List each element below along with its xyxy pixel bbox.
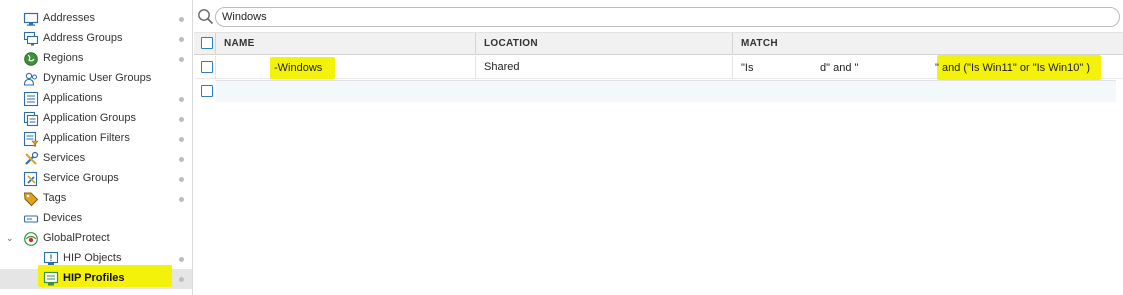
column-header-location[interactable]: LOCATION [476,33,733,55]
sidebar-item-label: HIP Objects [63,252,122,264]
applications-icon [23,91,39,107]
sidebar-item-dynamic-user-groups[interactable]: Dynamic User Groups [0,69,192,89]
chevron-down-icon[interactable]: ⌄ [6,233,16,243]
application-filters-icon [23,131,39,147]
sidebar-item-label: Services [43,152,86,164]
app-root: Addresses Address Groups Regions Dynamic… [0,0,1123,295]
column-header-match[interactable]: MATCH [733,33,1123,55]
sidebar-item-label: Tags [43,192,67,204]
address-groups-icon [23,31,39,46]
sidebar-item-services[interactable]: Services [0,149,192,169]
status-dot [179,17,184,22]
status-dot [179,137,184,142]
table-row-empty[interactable] [194,80,1123,103]
globalprotect-icon [24,232,38,246]
sidebar-item-label: Regions [43,52,84,64]
status-dot [179,37,184,42]
sidebar-item-label: Dynamic User Groups [43,72,152,84]
svg-text:!: ! [50,253,53,263]
sidebar-item-hip-profiles[interactable]: HIP Profiles [0,265,192,289]
sidebar-item-label: Service Groups [43,172,119,184]
match-text-part2: d" and " [820,62,859,74]
devices-icon [23,215,39,223]
name-cell[interactable] [216,56,476,79]
services-icon [25,151,39,165]
table-header: NAME LOCATION MATCH [194,33,1123,55]
profile-name[interactable]: -Windows [274,62,322,74]
checkbox-column-header [194,33,216,55]
sidebar-item-regions[interactable]: Regions [0,49,192,69]
hip-profiles-icon [43,271,59,286]
status-dot [179,157,184,162]
sidebar-item-address-groups[interactable]: Address Groups [0,29,192,49]
match-text-part3: " and ("Is Win11" or "Is Win10" ) [935,62,1091,74]
sidebar-item-addresses[interactable]: Addresses [0,9,192,29]
sidebar-item-label: Application Groups [43,112,136,124]
object-sidebar: Addresses Address Groups Regions Dynamic… [0,0,193,295]
search-icon[interactable] [197,8,214,25]
sidebar-item-label: Address Groups [43,32,123,44]
sidebar-item-label: Applications [43,92,103,104]
sidebar-item-application-groups[interactable]: Application Groups [0,109,192,129]
sidebar-item-label: Application Filters [43,132,130,144]
column-header-name[interactable]: NAME [216,33,476,55]
addresses-icon [23,12,39,26]
service-groups-icon [23,171,38,187]
sidebar-item-service-groups[interactable]: Service Groups [0,169,192,189]
sidebar-item-globalprotect[interactable]: ⌄ GlobalProtect [0,229,192,249]
location-cell: Shared [476,56,733,79]
status-dot [179,97,184,102]
sidebar-item-application-filters[interactable]: Application Filters [0,129,192,149]
status-dot [179,197,184,202]
sidebar-item-label: HIP Profiles [63,272,125,284]
match-text-part1: "Is [741,62,754,74]
status-dot [179,177,184,182]
dynamic-user-groups-icon [23,72,37,86]
empty-row-area [216,80,1116,102]
sidebar-item-tags[interactable]: Tags [0,189,192,209]
sidebar-item-label: Addresses [43,12,95,24]
status-dot [179,277,184,282]
tags-icon [23,192,39,207]
sidebar-item-applications[interactable]: Applications [0,89,192,109]
regions-icon [24,52,38,66]
row-checkbox[interactable] [201,85,213,97]
status-dot [179,257,184,262]
status-dot [179,57,184,62]
application-groups-icon [23,111,39,127]
status-dot [179,117,184,122]
sidebar-item-label: Devices [43,212,83,224]
sidebar-item-label: GlobalProtect [43,232,110,244]
sidebar-item-devices[interactable]: Devices [0,209,192,229]
search-input[interactable] [215,7,1120,27]
checkbox-cell [194,56,216,79]
